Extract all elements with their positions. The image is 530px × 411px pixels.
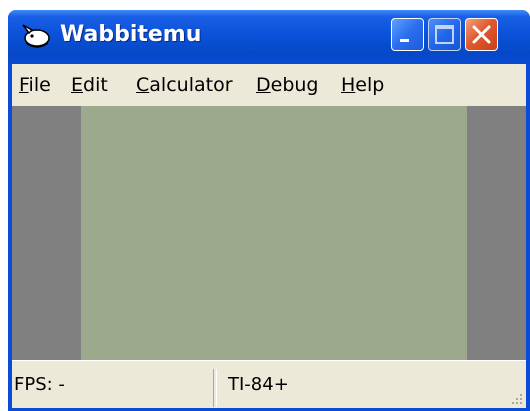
minimize-button[interactable] [391,18,424,51]
lcd-screen[interactable] [81,106,467,360]
resize-grip-icon[interactable] [508,390,524,406]
calculator-view [12,106,526,360]
window-title: Wabbitemu [60,22,202,47]
menu-calculator[interactable]: Calculator [136,74,233,96]
status-bar: FPS: - TI-84+ [12,360,526,408]
title-bar[interactable]: Wabbitemu [8,10,530,64]
status-divider [213,369,217,407]
app-window: Wabbitemu File Edit Calculator Debug Hel… [8,10,530,411]
maximize-button[interactable] [428,18,461,51]
menu-edit[interactable]: Edit [71,74,108,96]
menu-bar: File Edit Calculator Debug Help [12,64,526,106]
maximize-icon [435,25,454,44]
minimize-icon [400,39,409,42]
fps-status: FPS: - [14,374,65,395]
menu-file[interactable]: File [19,74,51,96]
menu-help[interactable]: Help [341,74,384,96]
rabbit-icon [20,21,52,49]
close-button[interactable] [465,18,498,51]
close-icon [472,25,491,44]
model-status: TI-84+ [228,374,289,395]
menu-debug[interactable]: Debug [256,74,319,96]
